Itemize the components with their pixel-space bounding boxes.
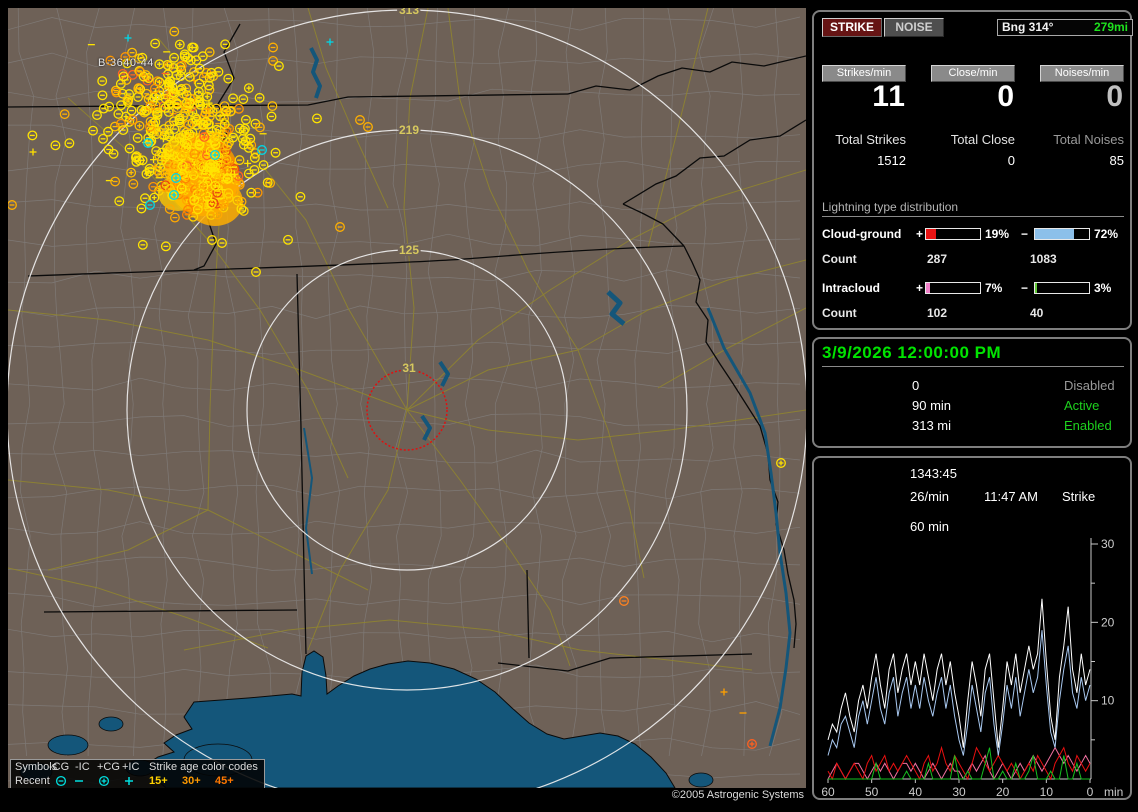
- peak-time-value: 11:47 AM: [984, 489, 1038, 504]
- uptime-label: Uptime: [822, 466, 864, 481]
- cg-plus-count: 287: [927, 252, 948, 266]
- legend-header-ic-pos: +IC: [122, 761, 140, 773]
- uptime-value: 1343:45: [910, 466, 957, 481]
- age-code: 30+: [182, 775, 201, 787]
- cg-minus-count: 1083: [1030, 252, 1057, 266]
- plus-sign: +: [916, 227, 924, 241]
- ic-plus-percent: 7%: [985, 281, 1003, 295]
- ic-plus-bar: [925, 282, 981, 294]
- total-noises-label: Total Noises: [1053, 132, 1124, 147]
- trend-graph: 10 20 30 60 50 40 30 20 10 0 min: [821, 537, 1123, 799]
- legend-header-ic-neg: -IC: [75, 761, 90, 773]
- total-noises-value: 85: [1109, 153, 1124, 168]
- range-ring-label: 125: [399, 243, 419, 257]
- status-panel: 3/9/2026 12:00:00 PM Squelch 0 Upload Disab…: [812, 337, 1132, 448]
- cloud-ground-label: Cloud-ground: [822, 227, 902, 241]
- ic-minus-bar: [1034, 282, 1090, 294]
- svg-text:0: 0: [1087, 785, 1094, 799]
- total-close-label: Total Close: [950, 132, 1015, 147]
- intracloud-row: Intracloud + 7% − 3%: [814, 281, 1134, 295]
- counters-panel: STRIKE NOISE Bng 314° 279mi Strikes/min …: [812, 10, 1134, 330]
- noises-column: Noises/min 0 Total Noises 85: [1040, 12, 1124, 182]
- copyright-text: ©2005 Astrogenic Systems: [671, 789, 804, 801]
- svg-text:30: 30: [1101, 537, 1115, 551]
- close-per-min-value: 0: [997, 80, 1015, 113]
- status-value: 90 min: [912, 398, 952, 413]
- svg-text:20: 20: [996, 785, 1010, 799]
- cminus-strike-icon: [55, 775, 67, 787]
- plot-value: Strike: [1062, 489, 1096, 504]
- plus-strike-icon: [125, 777, 133, 785]
- svg-text:60: 60: [821, 785, 835, 799]
- range-ring-label: 313: [399, 8, 419, 17]
- peak-time-label: Peak time: [984, 466, 1042, 481]
- intracloud-label: Intracloud: [822, 281, 881, 295]
- status-value: 313 mi: [912, 418, 952, 433]
- close-column: Close/min 0 Total Close 0: [931, 12, 1015, 182]
- svg-text:40: 40: [909, 785, 923, 799]
- map-canvas[interactable]: 125 219 313 31 B-3640-44 Symbols -CG -IC +C…: [8, 8, 806, 788]
- svg-text:min: min: [1104, 785, 1123, 799]
- status-label: Upload: [984, 378, 1026, 393]
- trend-graph-value: 60 min: [910, 519, 950, 534]
- svg-text:31: 31: [402, 361, 416, 375]
- status-value: Enabled: [1064, 418, 1112, 433]
- trend-graph-label: Trend graph: [822, 519, 893, 534]
- app-window: 125 219 313 31 B-3640-44 Symbols -CG -IC +C…: [0, 0, 1138, 812]
- divider: [822, 216, 1124, 217]
- strikes-per-min-value: 11: [872, 80, 906, 113]
- total-strikes-label: Total Strikes: [835, 132, 906, 147]
- status-label: Receiver: [984, 418, 1036, 433]
- legend-row-label: Recent: [15, 775, 50, 787]
- storm-cell-label: B-3640-44: [98, 57, 154, 69]
- total-strikes-value: 1512: [877, 153, 906, 168]
- strikes-column: Strikes/min 11 Total Strikes 1512: [822, 12, 906, 182]
- minus-sign: −: [1021, 281, 1029, 295]
- plus-sign: +: [916, 281, 924, 295]
- cloud-ground-row: Cloud-ground + 19% − 72%: [814, 227, 1134, 241]
- map-legend: Symbols -CG -IC +CG +IC Strike age color…: [10, 759, 265, 788]
- lightning-map: 125 219 313 31: [8, 8, 806, 788]
- noises-per-min-value: 0: [1106, 80, 1124, 113]
- svg-text:10: 10: [1101, 694, 1115, 708]
- cg-minus-percent: 72%: [1094, 227, 1119, 241]
- ic-minus-count: 40: [1030, 306, 1044, 320]
- status-label: Squelch: [822, 378, 869, 393]
- ic-minus-percent: 3%: [1094, 281, 1112, 295]
- status-label: Capture: [984, 398, 1031, 413]
- minus-strike-icon: [75, 780, 83, 782]
- svg-text:30: 30: [952, 785, 966, 799]
- divider: [822, 366, 1124, 367]
- peak-rate-label: Peak rate: [822, 489, 878, 504]
- minus-sign: −: [1021, 227, 1029, 241]
- cg-plus-bar: [925, 228, 981, 240]
- count-label: Count: [822, 252, 857, 266]
- peak-rate-value: 26/min: [910, 489, 950, 504]
- count-label: Count: [822, 306, 857, 320]
- cg-minus-bar: [1034, 228, 1090, 240]
- svg-text:50: 50: [865, 785, 879, 799]
- status-label: Persistence: [822, 398, 890, 413]
- cg-plus-percent: 19%: [985, 227, 1010, 241]
- svg-text:20: 20: [1101, 615, 1115, 629]
- svg-text:10: 10: [1040, 785, 1054, 799]
- age-code: 15+: [149, 775, 168, 787]
- legend-header-cg-pos: +CG: [97, 761, 120, 773]
- range-ring-label: 219: [399, 123, 419, 137]
- status-label: Range: [822, 418, 861, 433]
- plot-label: Plot: [1062, 466, 1085, 481]
- legend-header-cg-neg: -CG: [49, 761, 70, 773]
- distribution-title: Lightning type distribution: [822, 200, 959, 214]
- age-code: 45+: [215, 775, 234, 787]
- status-value: Active: [1064, 398, 1100, 413]
- total-close-value: 0: [1007, 153, 1015, 168]
- legend-header-ages: Strike age color codes: [149, 761, 258, 773]
- status-value: Disabled: [1064, 378, 1115, 393]
- cplus-strike-icon: [98, 775, 110, 787]
- trend-panel: Uptime 1343:45 Peak time Plot Peak rate …: [812, 456, 1132, 800]
- datetime-display: 3/9/2026 12:00:00 PM: [822, 343, 1002, 362]
- ic-plus-count: 102: [927, 306, 948, 320]
- status-value: 0: [912, 378, 920, 393]
